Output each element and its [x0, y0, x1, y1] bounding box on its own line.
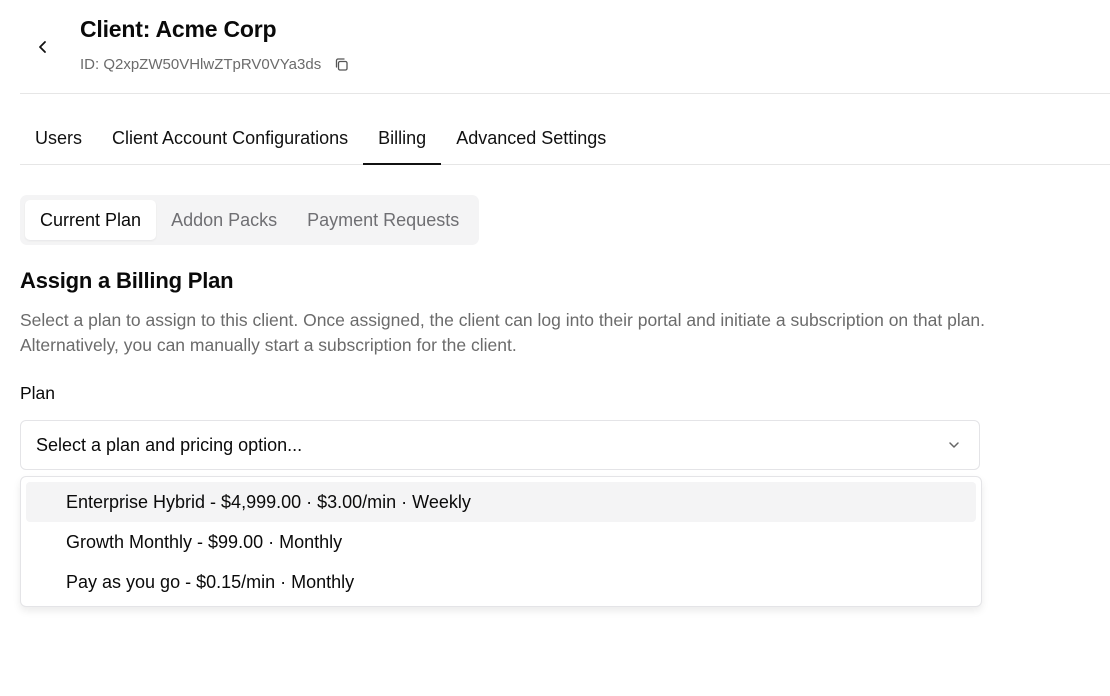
- client-id-row: ID: Q2xpZW50VHlwZTpRV0VYa3ds: [80, 54, 351, 74]
- tab-label: Advanced Settings: [456, 128, 607, 148]
- copy-icon: [335, 57, 348, 71]
- header-divider: [20, 93, 1110, 94]
- tab-advanced-settings[interactable]: Advanced Settings: [441, 116, 621, 164]
- tab-client-account-configurations[interactable]: Client Account Configurations: [97, 116, 363, 164]
- plan-select[interactable]: Select a plan and pricing option...: [20, 420, 980, 470]
- chevron-left-icon: [39, 41, 46, 53]
- billing-sub-tabs: Current Plan Addon Packs Payment Request…: [20, 195, 480, 245]
- subtab-addon-packs[interactable]: Addon Packs: [156, 200, 292, 240]
- client-billing-page: Client: Acme Corp ID: Q2xpZW50VHlwZTpRV0…: [0, 0, 1110, 696]
- section-description: Select a plan to assign to this client. …: [20, 310, 986, 355]
- chevron-down-icon: [944, 435, 964, 455]
- plan-dropdown-menu: Enterprise Hybrid - $4,999.00 · $3.00/mi…: [20, 476, 982, 607]
- plan-option[interactable]: Pay as you go - $0.15/min · Monthly: [26, 562, 976, 602]
- copy-id-button[interactable]: [331, 54, 351, 74]
- plan-select-placeholder: Select a plan and pricing option...: [36, 434, 303, 455]
- client-id: ID: Q2xpZW50VHlwZTpRV0VYa3ds: [80, 55, 322, 73]
- page-title: Client: Acme Corp: [80, 16, 277, 42]
- tab-label: Users: [35, 128, 83, 148]
- back-button[interactable]: [30, 34, 56, 60]
- subtab-payment-requests[interactable]: Payment Requests: [292, 200, 474, 240]
- tab-label: Client Account Configurations: [112, 128, 349, 148]
- plan-label: Plan: [20, 383, 56, 403]
- plan-option[interactable]: Enterprise Hybrid - $4,999.00 · $3.00/mi…: [26, 482, 976, 522]
- tab-users[interactable]: Users: [20, 116, 97, 164]
- subtab-current-plan[interactable]: Current Plan: [25, 200, 157, 240]
- main-tabs: Users Client Account Configurations Bill…: [20, 116, 1110, 165]
- plan-option[interactable]: Growth Monthly - $99.00 · Monthly: [26, 522, 976, 562]
- section-title: Assign a Billing Plan: [20, 268, 234, 293]
- tab-label: Billing: [378, 128, 427, 148]
- tab-billing[interactable]: Billing: [363, 116, 442, 165]
